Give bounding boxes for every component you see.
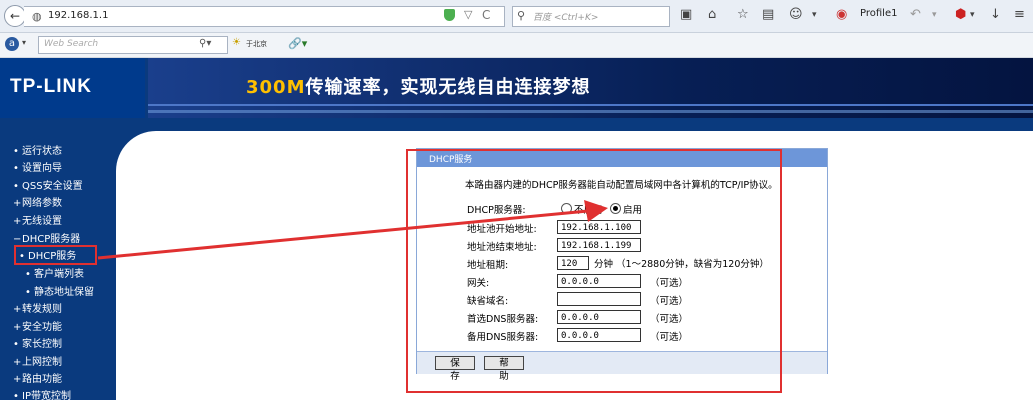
browser-nav-bar: ← ◍ 192.168.1.1 ▽ C ⚲ 百度 <Ctrl+K> ▣ ⌂ ☆ … [0,0,1033,33]
adblock-icon[interactable]: ⬢ [955,6,966,24]
search-engine-logo-icon[interactable]: a [5,37,19,51]
addon-icon[interactable]: ☺ [789,6,803,24]
sidebar-item-label: 静态地址保留 [34,287,94,298]
reload-icon[interactable]: C [482,8,490,22]
expand-icon: + [13,357,22,368]
expand-icon: + [13,198,22,209]
tp-link-logo: TP-LINK [10,76,92,97]
bullet-icon: • [13,181,19,192]
undo-icon[interactable]: ↶ [910,6,921,24]
sidebar-item-label: 客户端列表 [34,269,84,280]
bullet-icon: • [13,391,19,402]
bookmark-star-icon[interactable]: ☆ [737,6,749,24]
sidebar-item-wizard[interactable]: • 设置向导 [13,163,62,175]
sidebar-item-label: 无线设置 [22,216,62,227]
web-search-placeholder: Web Search [44,39,99,49]
sidebar-item-client-list[interactable]: • 客户端列表 [25,269,84,281]
sidebar-item-label: 运行状态 [22,146,62,157]
weather-label[interactable]: 于北京 [246,39,267,49]
chevron-down-icon[interactable]: ▾ [970,6,975,24]
shield-icon[interactable] [444,9,455,21]
banner-stripe [148,110,1033,113]
banner: 300M传输速率，实现无线自由连接梦想 [148,58,1033,118]
address-bar[interactable]: ◍ 192.168.1.1 ▽ C [24,6,505,27]
search-placeholder: 百度 <Ctrl+K> [533,13,599,23]
sidebar-item-routing[interactable]: +路由功能 [13,374,62,386]
chevron-down-icon[interactable]: ▾ [932,6,937,24]
expand-icon: + [13,322,22,333]
expand-icon: + [13,216,22,227]
sidebar-item-qss[interactable]: • QSS安全设置 [13,181,83,193]
profile-icon[interactable]: ◉ [836,6,847,24]
bullet-icon: • [13,146,19,157]
back-button[interactable]: ← [4,5,26,27]
search-icon[interactable]: ⚲▾ [199,38,211,49]
link-icon[interactable]: 🔗▾ [288,37,307,50]
web-search-input[interactable]: Web Search ⚲▾ [38,36,228,54]
sidebar-item-access-control[interactable]: +上网控制 [13,357,62,369]
router-header: TP-LINK 300M传输速率，实现无线自由连接梦想 [0,58,1033,118]
url-text[interactable]: 192.168.1.1 [48,10,108,21]
bookmark-toolbar: a ▾ Web Search ⚲▾ ☀ 于北京 🔗▾ [0,33,1033,58]
sidebar-item-label: DHCP服务器 [22,234,81,245]
sidebar-item-label: 路由功能 [22,374,62,385]
expand-icon: + [13,374,22,385]
dropdown-arrow-icon[interactable]: ▽ [464,8,472,21]
sidebar-item-label: 设置向导 [22,163,62,174]
expand-icon: + [13,304,22,315]
profile-label[interactable]: Profile1 [860,8,897,19]
search-icon: ⚲ [517,9,526,22]
sidebar-item-forwarding[interactable]: +转发规则 [13,304,62,316]
sidebar-item-label: 上网控制 [22,357,62,368]
weather-icon[interactable]: ☀ [232,37,241,48]
bookmarks-list-icon[interactable]: ▤ [762,6,774,24]
search-input[interactable]: ⚲ 百度 <Ctrl+K> [512,6,670,27]
banner-highlight: 300M [246,77,306,98]
sidebar-item-security[interactable]: +安全功能 [13,322,62,334]
logo-panel: TP-LINK [0,58,145,118]
bullet-icon: • [13,163,19,174]
sidebar-item-network[interactable]: +网络参数 [13,198,62,210]
annotation-frame [406,149,782,393]
screenshot-icon[interactable]: ▣ [680,6,692,24]
sidebar-item-static-reservation[interactable]: • 静态地址保留 [25,287,94,299]
sidebar-item-wireless[interactable]: +无线设置 [13,216,62,228]
bullet-icon: • [25,269,31,280]
sidebar-item-label: IP带宽控制 [22,391,71,402]
bullet-icon: • [13,339,19,350]
banner-divider [148,104,1033,106]
chevron-down-icon[interactable]: ▾ [22,38,26,47]
sidebar-item-label: 转发规则 [22,304,62,315]
banner-slogan: 300M传输速率，实现无线自由连接梦想 [246,73,591,99]
sidebar-item-label: 家长控制 [22,339,62,350]
globe-icon: ◍ [32,10,42,23]
sidebar-item-label: 网络参数 [22,198,62,209]
banner-rest: 传输速率，实现无线自由连接梦想 [305,77,591,98]
sidebar-item-status[interactable]: • 运行状态 [13,146,62,158]
bullet-icon: • [25,287,31,298]
sidebar-item-bandwidth[interactable]: • IP带宽控制 [13,391,71,403]
sidebar-item-parental[interactable]: • 家长控制 [13,339,62,351]
sidebar-item-label: 安全功能 [22,322,62,333]
home-icon[interactable]: ⌂ [708,6,716,24]
menu-icon[interactable]: ≡ [1014,6,1025,24]
annotation-highlight-box [14,245,97,265]
download-icon[interactable]: ↓ [990,6,1001,24]
sidebar-item-label: QSS安全设置 [22,181,83,192]
chevron-down-icon[interactable]: ▾ [812,6,817,24]
